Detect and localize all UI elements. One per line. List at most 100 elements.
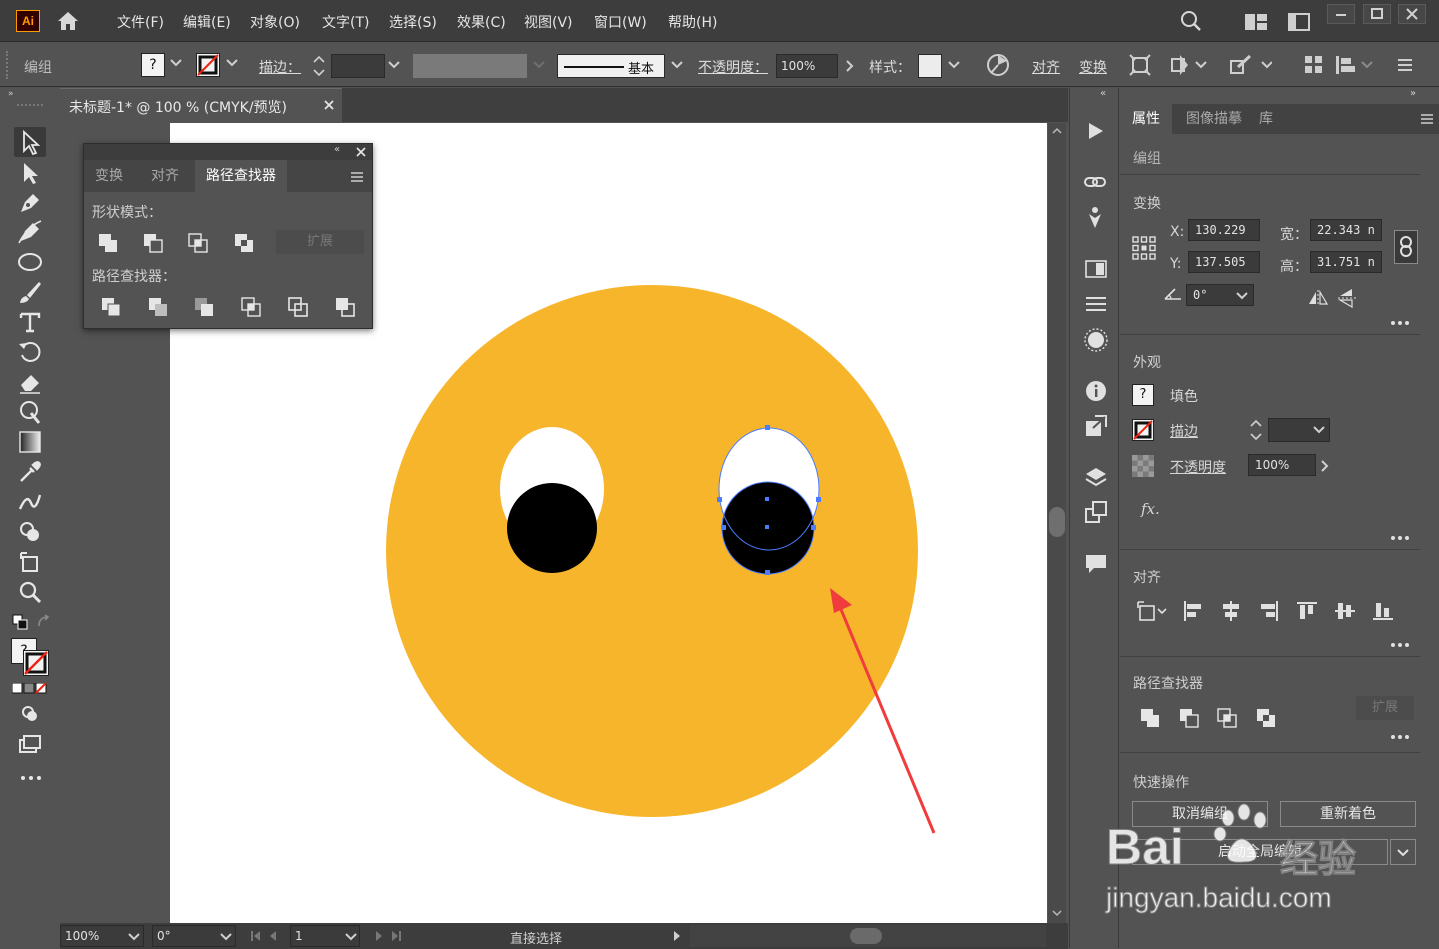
appearance-stroke-weight-input[interactable] bbox=[1268, 418, 1330, 442]
opacity-input[interactable]: 100% bbox=[776, 54, 838, 78]
menu-edit[interactable]: 编辑(E) bbox=[183, 12, 231, 32]
swap-colors-icon[interactable] bbox=[36, 614, 52, 630]
crop-icon[interactable] bbox=[241, 297, 261, 317]
style-chevron-icon[interactable] bbox=[948, 60, 960, 70]
trim-icon[interactable] bbox=[148, 297, 168, 317]
rotate-angle-chevron-icon[interactable] bbox=[1236, 291, 1248, 301]
appearance-opacity-input[interactable]: 100% bbox=[1248, 454, 1316, 476]
align-right-icon[interactable] bbox=[1258, 600, 1280, 622]
gradient-panel-icon[interactable] bbox=[1085, 260, 1107, 278]
outline-icon[interactable] bbox=[288, 297, 308, 317]
props-unite-icon[interactable] bbox=[1140, 708, 1160, 728]
face-circle[interactable] bbox=[386, 285, 918, 817]
symbol-sprayer-tool[interactable] bbox=[17, 519, 43, 545]
stroke-weight-chevron-icon[interactable] bbox=[388, 60, 400, 70]
zoom-chevron-icon[interactable] bbox=[128, 932, 140, 942]
isolate-group-icon[interactable] bbox=[1128, 53, 1152, 77]
reference-point-icon[interactable] bbox=[1132, 236, 1156, 260]
unite-icon[interactable] bbox=[98, 233, 118, 253]
flip-vertical-icon[interactable] bbox=[1338, 288, 1356, 308]
align-more-options-icon[interactable] bbox=[1390, 642, 1410, 648]
brush-definition-select[interactable]: 基本 bbox=[557, 54, 665, 78]
align-vertical-center-icon[interactable] bbox=[1334, 600, 1356, 622]
align-bottom-icon[interactable] bbox=[1372, 600, 1394, 622]
stroke-dropdown-chevron-icon[interactable] bbox=[226, 58, 238, 68]
scroll-thumb[interactable] bbox=[1049, 507, 1065, 537]
appearance-more-options-icon[interactable] bbox=[1390, 535, 1410, 541]
blend-tool[interactable] bbox=[17, 489, 43, 515]
close-document-icon[interactable] bbox=[322, 98, 336, 112]
props-expand-button[interactable]: 扩展 bbox=[1356, 696, 1414, 720]
props-menu-icon[interactable] bbox=[1420, 112, 1434, 126]
arrange-documents-icon[interactable] bbox=[1244, 13, 1268, 31]
exclude-icon[interactable] bbox=[234, 233, 254, 253]
tab-align[interactable]: 对齐 bbox=[140, 160, 190, 192]
arrange-icon[interactable] bbox=[1303, 53, 1325, 77]
tab-pathfinder[interactable]: 路径查找器 bbox=[195, 160, 287, 192]
color-mode-icons[interactable] bbox=[12, 683, 48, 695]
h-scroll-thumb[interactable] bbox=[850, 928, 882, 944]
stroke-swatch-none-icon[interactable] bbox=[196, 53, 220, 77]
grip-handle[interactable] bbox=[6, 51, 10, 79]
warp-tool[interactable] bbox=[17, 399, 43, 425]
maximize-button[interactable] bbox=[1363, 4, 1391, 24]
align-top-icon[interactable] bbox=[1296, 600, 1318, 622]
align-horizontal-center-icon[interactable] bbox=[1220, 600, 1242, 622]
gradient-tool[interactable] bbox=[17, 429, 43, 455]
appearance-stroke-stepper[interactable] bbox=[1248, 417, 1264, 443]
appearance-fill-swatch[interactable]: ? bbox=[1132, 384, 1154, 406]
constrain-proportions-link-icon[interactable] bbox=[1394, 230, 1418, 264]
props-collapse-icon[interactable]: » bbox=[1410, 88, 1416, 99]
stroke-color-box-none-icon[interactable] bbox=[23, 650, 49, 676]
panel-collapse-icon[interactable]: « bbox=[334, 144, 340, 155]
last-artboard-icon[interactable] bbox=[372, 929, 408, 943]
align-link[interactable]: 对齐 bbox=[1032, 57, 1060, 77]
menu-effect[interactable]: 效果(C) bbox=[457, 12, 506, 32]
recolor-artwork-icon[interactable] bbox=[986, 53, 1010, 77]
global-edit-button[interactable]: 启动全局编辑 bbox=[1132, 839, 1388, 865]
tab-transform[interactable]: 变换 bbox=[84, 160, 134, 192]
scroll-down-icon[interactable] bbox=[1052, 909, 1062, 917]
menu-select[interactable]: 选择(S) bbox=[389, 12, 437, 32]
layers-icon[interactable] bbox=[1084, 466, 1108, 488]
props-minus-front-icon[interactable] bbox=[1179, 708, 1199, 728]
minus-front-icon[interactable] bbox=[143, 233, 163, 253]
puppet-warp-icon[interactable] bbox=[1168, 53, 1208, 77]
distribute-icon[interactable] bbox=[1334, 53, 1374, 77]
info-icon[interactable] bbox=[1085, 380, 1107, 402]
transform-link[interactable]: 变换 bbox=[1079, 57, 1107, 77]
stroke-panel-icon[interactable] bbox=[1085, 295, 1107, 313]
appearance-stroke-none-icon[interactable] bbox=[1132, 419, 1154, 441]
menu-type[interactable]: 文字(T) bbox=[322, 12, 369, 32]
edit-toolbar-more-icon[interactable] bbox=[20, 774, 42, 782]
stroke-label[interactable]: 描边： bbox=[259, 57, 301, 77]
tab-properties[interactable]: 属性 bbox=[1120, 104, 1172, 134]
rotate-tool[interactable] bbox=[17, 339, 43, 365]
comments-icon[interactable] bbox=[1085, 553, 1107, 575]
asset-export-icon[interactable] bbox=[1085, 415, 1107, 437]
artboards-panel-icon[interactable] bbox=[1085, 501, 1107, 523]
tab-image-trace[interactable]: 图像描摹 bbox=[1174, 104, 1254, 134]
recolor-button[interactable]: 重新着色 bbox=[1280, 801, 1416, 827]
panel-title-bar[interactable]: « bbox=[84, 144, 372, 160]
type-tool[interactable] bbox=[17, 309, 43, 335]
curvature-tool[interactable] bbox=[17, 219, 43, 245]
draw-mode-icon[interactable] bbox=[20, 704, 40, 724]
expand-button[interactable]: 扩展 bbox=[276, 230, 364, 254]
pathfinder-more-options-icon[interactable] bbox=[1390, 734, 1410, 740]
document-tab[interactable]: 未标题-1* @ 100 % (CMYK/预览) bbox=[60, 88, 342, 122]
appearance-opacity-label[interactable]: 不透明度 bbox=[1170, 457, 1226, 477]
tab-libraries[interactable]: 库 bbox=[1247, 104, 1285, 134]
menu-object[interactable]: 对象(O) bbox=[250, 12, 300, 32]
menu-file[interactable]: 文件(F) bbox=[117, 12, 164, 32]
appearance-panel-icon[interactable] bbox=[1084, 328, 1108, 352]
appearance-stroke-label[interactable]: 描边 bbox=[1170, 421, 1198, 441]
search-icon[interactable] bbox=[1180, 10, 1202, 32]
horizontal-scrollbar[interactable] bbox=[690, 925, 1046, 947]
artboard-tool[interactable] bbox=[17, 549, 43, 575]
artboard-chevron-icon[interactable] bbox=[345, 932, 357, 942]
strip-collapse-icon[interactable]: « bbox=[1100, 88, 1106, 99]
shape-builder-icon[interactable] bbox=[1228, 53, 1272, 77]
y-input[interactable]: 137.505 bbox=[1188, 251, 1260, 273]
variable-width-profile[interactable] bbox=[413, 54, 527, 78]
